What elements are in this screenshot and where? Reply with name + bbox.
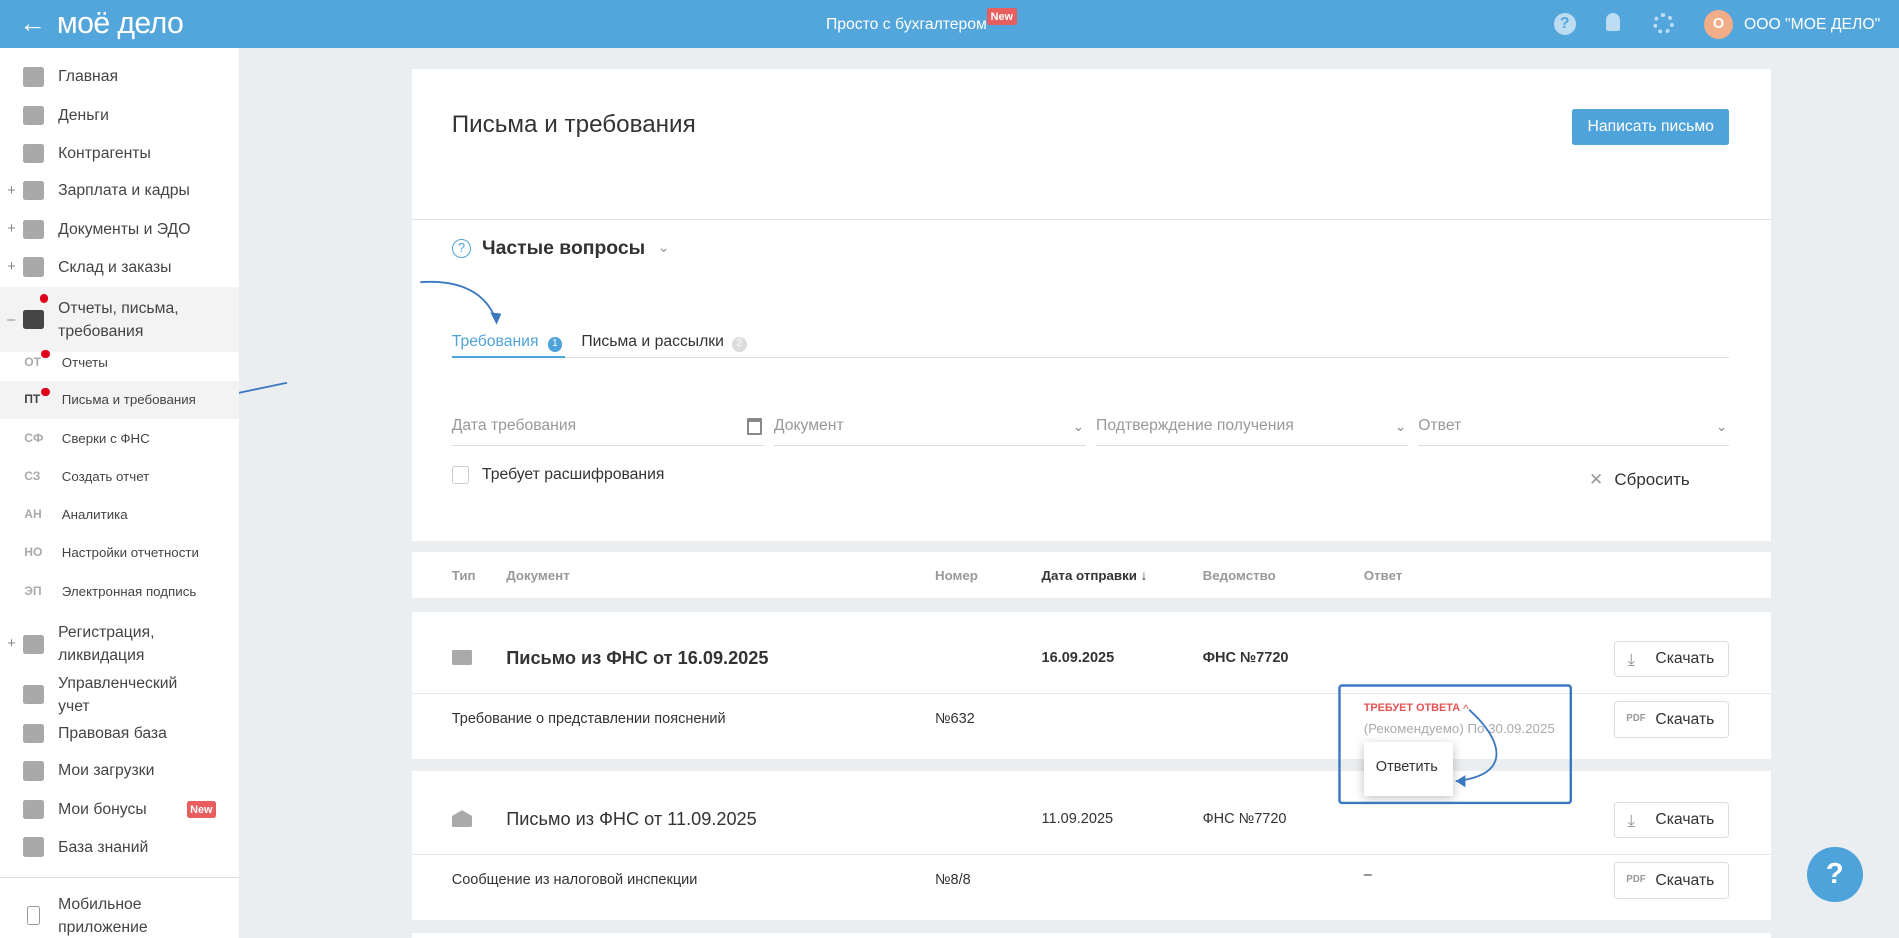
sidebar-item[interactable]: + Зарплата и кадры bbox=[0, 172, 239, 210]
folder-icon bbox=[23, 219, 44, 240]
mobile-icon bbox=[26, 905, 40, 926]
sidebar-item[interactable]: Правовая база bbox=[0, 715, 239, 753]
sidebar-item[interactable]: Мои бонусы New bbox=[0, 791, 239, 829]
notification-dot bbox=[39, 294, 49, 303]
sidebar-subitem[interactable]: ЭП Электронная подпись bbox=[0, 573, 239, 611]
sidebar-item[interactable]: – Отчеты, письма, требования bbox=[0, 287, 239, 353]
subitem-abbr: ОТ bbox=[24, 354, 42, 369]
sidebar-item-label: Склад и заказы bbox=[58, 258, 172, 276]
home-icon bbox=[23, 67, 44, 87]
sidebar-item-label: Аналитика bbox=[61, 507, 128, 523]
wallet-icon bbox=[23, 181, 44, 201]
sidebar-subitem[interactable]: НО Настройки отчетности bbox=[0, 534, 239, 572]
sidebar-item-label: База знаний bbox=[58, 838, 149, 856]
subitem-abbr: ЭП bbox=[24, 583, 42, 598]
gift-icon bbox=[23, 799, 44, 820]
sidebar-item[interactable]: База знаний bbox=[0, 828, 239, 866]
sidebar-item[interactable]: + Документы и ЭДО bbox=[0, 211, 239, 249]
sidebar-item-label: Мои загрузки bbox=[58, 762, 155, 780]
subitem-abbr: АН bbox=[24, 507, 42, 522]
expand-icon[interactable]: – bbox=[7, 312, 15, 328]
contractors-icon bbox=[23, 143, 44, 163]
sidebar-subitem[interactable]: СФ Сверки с ФНС bbox=[0, 420, 239, 458]
sidebar-item-label: Контрагенты bbox=[58, 144, 151, 162]
annotation-overlay bbox=[213, 280, 1573, 805]
sidebar-item[interactable]: Мобильное приложение bbox=[0, 891, 239, 938]
graduation-cap-icon bbox=[23, 837, 44, 857]
sidebar-subitem[interactable]: ПТ Письма и требования bbox=[0, 381, 239, 420]
briefcase-icon bbox=[23, 723, 44, 743]
sidebar-item[interactable]: + Склад и заказы bbox=[0, 248, 239, 286]
sidebar-item-label: Зарплата и кадры bbox=[58, 182, 190, 200]
expand-icon[interactable]: + bbox=[7, 636, 15, 652]
report-icon bbox=[23, 310, 44, 330]
money-icon bbox=[23, 105, 44, 126]
annotation-arrow bbox=[1455, 709, 1498, 783]
arrowhead bbox=[490, 312, 502, 325]
management-icon bbox=[23, 684, 44, 705]
sidebar-item[interactable]: Контрагенты bbox=[0, 134, 239, 172]
subitem-abbr: СФ bbox=[24, 431, 44, 446]
subitem-abbr: ПТ bbox=[24, 392, 41, 407]
arrowhead bbox=[1455, 775, 1466, 788]
notification-dot bbox=[41, 387, 50, 396]
sidebar-item-label: Документы и ЭДО bbox=[58, 220, 191, 238]
annotation-arrow bbox=[420, 280, 498, 323]
sidebar-item-label: Мои бонусы bbox=[58, 801, 147, 819]
sidebar-item[interactable]: Деньги bbox=[0, 97, 239, 135]
sidebar-item-label: Главная bbox=[58, 68, 119, 86]
sidebar-subitem[interactable]: СЗ Создать отчет bbox=[0, 458, 239, 496]
sidebar-item-label: Создать отчет bbox=[61, 468, 150, 484]
highlight-box bbox=[1338, 684, 1573, 805]
new-badge: New bbox=[186, 801, 217, 819]
sidebar-item-label: Мобильное приложение bbox=[58, 895, 148, 936]
sidebar-item-label: Деньги bbox=[58, 107, 109, 125]
sidebar-item-label: Настройки отчетности bbox=[61, 544, 199, 560]
sidebar-item-label: Электронная подпись bbox=[61, 583, 197, 599]
sidebar-item-label: Отчеты bbox=[61, 354, 108, 370]
registration-icon bbox=[23, 634, 44, 654]
sidebar-item-label: Регистрация, ликвидация bbox=[58, 624, 155, 665]
help-chat-button[interactable]: ? bbox=[1806, 846, 1863, 903]
sidebar-item-label: Управленческий учет bbox=[58, 674, 178, 715]
sidebar-item[interactable]: Мои загрузки bbox=[0, 752, 239, 790]
cart-icon bbox=[23, 257, 44, 277]
sidebar-subitem[interactable]: АН Аналитика bbox=[0, 497, 239, 535]
expand-icon[interactable]: + bbox=[7, 183, 15, 199]
sidebar-item[interactable]: Главная bbox=[0, 58, 239, 96]
notification-dot bbox=[41, 349, 50, 359]
expand-icon[interactable]: + bbox=[7, 259, 15, 275]
sidebar-item[interactable]: + Регистрация, ликвидация bbox=[0, 620, 239, 668]
folder-icon bbox=[23, 761, 44, 781]
sidebar-item[interactable]: Управленческий учет bbox=[0, 675, 239, 715]
sidebar-item-label: Отчеты, письма, требования bbox=[58, 299, 179, 340]
sidebar-item-label: Сверки с ФНС bbox=[61, 431, 150, 447]
sidebar-subitem[interactable]: ОТ Отчеты bbox=[0, 344, 239, 382]
sidebar-item-label: Правовая база bbox=[58, 724, 167, 742]
sidebar-item-label: Письма и требования bbox=[61, 392, 196, 408]
subitem-abbr: СЗ bbox=[24, 468, 41, 483]
subitem-abbr: НО bbox=[24, 544, 43, 559]
expand-icon[interactable]: + bbox=[7, 221, 15, 237]
divider bbox=[0, 876, 239, 879]
